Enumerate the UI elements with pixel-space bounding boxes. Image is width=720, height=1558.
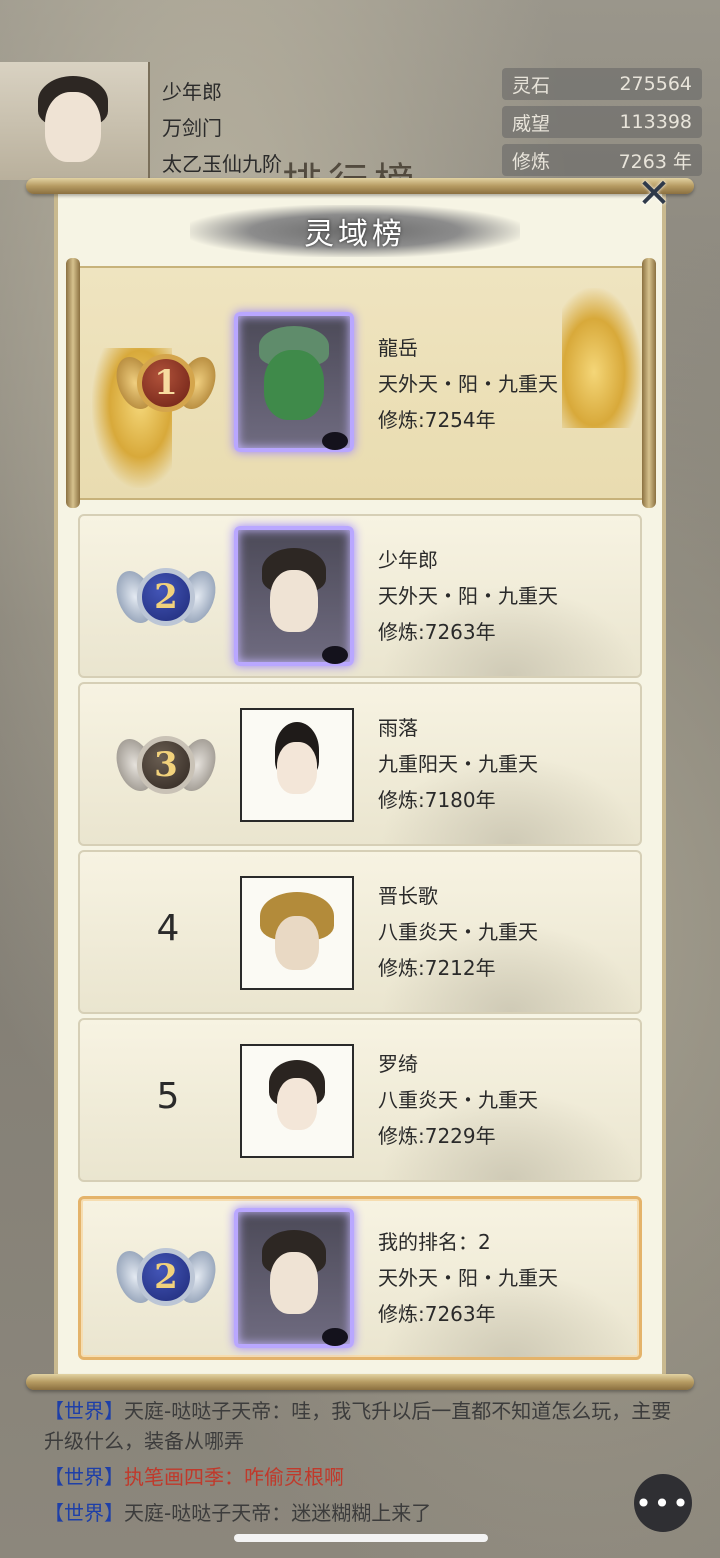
stat-label: 威望 [512, 112, 551, 135]
chat-channel: 【世界】 [44, 1465, 124, 1489]
player-name: 少年郎 [162, 80, 222, 104]
entry-cultivation: 修炼:7212年 [378, 956, 496, 980]
entry-info-4: 晋长歌 八重炎天・九重天 修炼:7212年 [378, 878, 538, 986]
entry-info-3: 雨落 九重阳天・九重天 修炼:7180年 [378, 710, 538, 818]
scroll-rod-right [642, 258, 656, 508]
rank-medal-number: 2 [137, 568, 195, 626]
entry-info-1: 龍岳 天外天・阳・九重天 修炼:7254年 [378, 330, 558, 438]
chat-channel: 【世界】 [44, 1501, 124, 1525]
chat-speaker: 执笔画四季： [124, 1465, 244, 1489]
rank-number: 5 [156, 1076, 180, 1117]
rank-medal-silver: 2 [109, 552, 223, 642]
stat-value: 275564 [619, 73, 692, 95]
rank-medal-number: 1 [137, 354, 195, 412]
stat-label: 灵石 [512, 74, 551, 97]
phoenix-decoration-right [562, 288, 642, 428]
rank-medal-gold: 1 [109, 338, 223, 428]
rank-medal-number: 3 [137, 736, 195, 794]
stat-spirit-stone: 灵石 275564 [502, 68, 702, 100]
chat-message: 【世界】执笔画四季：咋偷灵根啊 [44, 1462, 684, 1492]
entry-realm: 天外天・阳・九重天 [378, 372, 558, 396]
entry-cultivation: 修炼:7263年 [378, 1302, 496, 1326]
entry-realm: 八重炎天・九重天 [378, 920, 538, 944]
home-indicator[interactable] [234, 1534, 488, 1542]
stat-cultivation: 修炼 7263 年 [502, 144, 702, 176]
entry-cultivation: 修炼:7263年 [378, 620, 496, 644]
avatar-luoqi[interactable] [240, 1044, 354, 1158]
scroll-rod-left [66, 258, 80, 508]
entry-realm: 天外天・阳・九重天 [378, 1266, 558, 1290]
entry-name: 少年郎 [378, 548, 438, 572]
player-stats: 灵石 275564 威望 113398 修炼 7263 年 [502, 68, 702, 182]
rank-medal-number: 2 [137, 1248, 195, 1306]
avatar-yuluo[interactable] [240, 708, 354, 822]
dialog-title: 灵域榜 [304, 217, 406, 252]
entry-name: 龍岳 [378, 336, 418, 360]
entry-info-2: 少年郎 天外天・阳・九重天 修炼:7263年 [378, 542, 558, 650]
player-realm: 太乙玉仙九阶 [162, 152, 282, 176]
entry-cultivation: 修炼:7180年 [378, 788, 496, 812]
chat-channel: 【世界】 [44, 1399, 124, 1423]
player-sect: 万剑门 [162, 116, 222, 140]
chat-text: 咋偷灵根啊 [244, 1465, 344, 1489]
stat-label: 修炼 [512, 150, 551, 173]
stat-prestige: 威望 113398 [502, 106, 702, 138]
my-entry-info: 我的排名：2 天外天・阳・九重天 修炼:7263年 [378, 1224, 558, 1332]
scroll-roller-bottom [26, 1374, 694, 1390]
world-chat[interactable]: 【世界】天庭-哒哒子天帝：哇，我飞升以后一直都不知道怎么玩，主要升级什么，装备从… [44, 1396, 684, 1534]
chat-speaker: 天庭-哒哒子天帝： [124, 1501, 292, 1525]
entry-name: 罗绮 [378, 1052, 418, 1076]
stat-value: 7263 年 [618, 150, 692, 173]
my-rank-label: 我的排名：2 [378, 1230, 491, 1254]
entry-realm: 八重炎天・九重天 [378, 1088, 538, 1112]
entry-name: 晋长歌 [378, 884, 438, 908]
stat-value: 113398 [619, 111, 692, 133]
dialog-title-banner: 灵域榜 [190, 205, 520, 257]
my-avatar[interactable] [234, 1208, 354, 1348]
entry-cultivation: 修炼:7254年 [378, 408, 496, 432]
entry-cultivation: 修炼:7229年 [378, 1124, 496, 1148]
my-rank-medal: 2 [109, 1232, 223, 1322]
entry-name: 雨落 [378, 716, 418, 740]
entry-realm: 九重阳天・九重天 [378, 752, 538, 776]
close-button[interactable]: ✕ [634, 174, 674, 214]
chat-bubble-button[interactable]: ••• [634, 1474, 692, 1532]
player-avatar[interactable] [0, 62, 150, 180]
chat-speaker: 天庭-哒哒子天帝： [124, 1399, 292, 1423]
player-info: 少年郎 万剑门 太乙玉仙九阶 [162, 74, 282, 182]
rank-medal-bronze: 3 [109, 720, 223, 810]
entry-realm: 天外天・阳・九重天 [378, 584, 558, 608]
chat-message: 【世界】天庭-哒哒子天帝：迷迷糊糊上来了 [44, 1498, 684, 1528]
avatar-jinchangge[interactable] [240, 876, 354, 990]
avatar-longyue[interactable] [234, 312, 354, 452]
entry-info-5: 罗绮 八重炎天・九重天 修炼:7229年 [378, 1046, 538, 1154]
rank-number: 4 [156, 908, 180, 949]
avatar-shaonianlang[interactable] [234, 526, 354, 666]
chat-message: 【世界】天庭-哒哒子天帝：哇，我飞升以后一直都不知道怎么玩，主要升级什么，装备从… [44, 1396, 684, 1456]
chat-text: 迷迷糊糊上来了 [291, 1501, 432, 1525]
scroll-roller-top [26, 178, 694, 194]
